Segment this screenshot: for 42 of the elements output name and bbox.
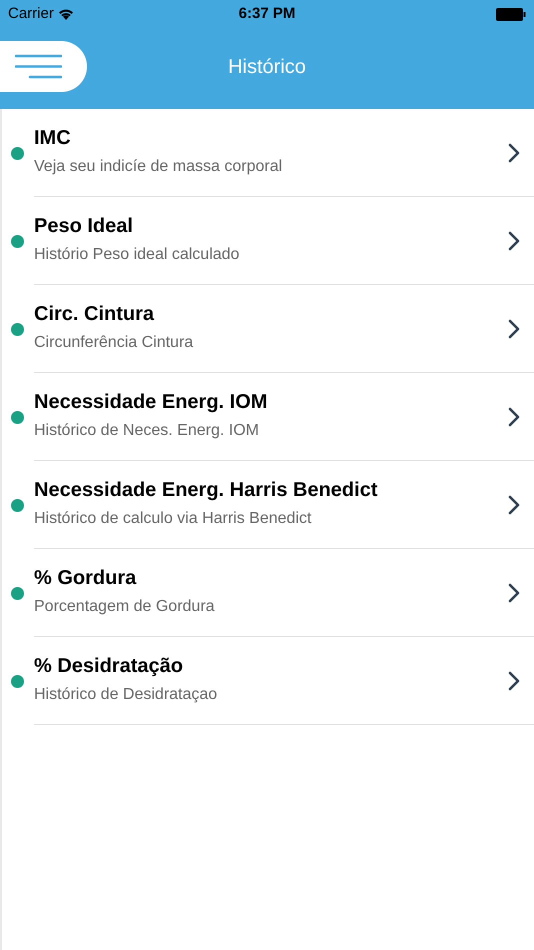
chevron-right-icon (508, 494, 520, 514)
dot-icon (11, 323, 24, 336)
item-title: % Desidratação (34, 654, 184, 679)
wifi-icon (58, 8, 74, 20)
chevron-right-icon (508, 406, 520, 426)
dot-icon (11, 235, 24, 248)
chevron-right-icon (508, 582, 520, 602)
chevron-right-icon (508, 230, 520, 250)
item-subtitle: Histório Peso ideal calculado (34, 245, 240, 265)
item-title: % Gordura (34, 566, 138, 591)
list-item[interactable]: Circ. Cintura Circunferência Cintura (2, 285, 534, 373)
item-subtitle: Veja seu indicíe de massa corporal (34, 157, 284, 177)
list-item[interactable]: Peso Ideal Histório Peso ideal calculado (2, 197, 534, 285)
dot-icon (11, 411, 24, 424)
chevron-right-icon (508, 670, 520, 690)
dot-icon (11, 147, 24, 160)
item-title: Circ. Cintura (34, 302, 156, 327)
screen-title: Histórico (228, 54, 306, 80)
list-item[interactable]: Necessidade Energ. IOM Histórico de Neces. Energ. IOM (2, 373, 534, 461)
item-title: Peso Ideal (34, 214, 134, 239)
item-subtitle: Porcentagem de Gordura (34, 597, 216, 617)
carrier-label: Carrier (8, 4, 54, 24)
list-item[interactable]: IMC Veja seu indicíe de massa corporal (2, 109, 534, 197)
list-item[interactable]: Necessidade Energ. Harris Benedict Histórico de calculo via Harris Benedict (2, 461, 534, 549)
item-subtitle: Histórico de Desidrataçao (34, 685, 218, 705)
list-item[interactable]: % Gordura Porcentagem de Gordura (2, 549, 534, 637)
battery-icon (496, 8, 526, 20)
item-subtitle: Circunferência Cintura (34, 333, 194, 353)
chevron-right-icon (508, 318, 520, 338)
item-title: Necessidade Energ. IOM (34, 390, 268, 415)
item-title: IMC (34, 126, 72, 151)
dot-icon (11, 499, 24, 512)
dot-icon (11, 587, 24, 600)
status-time: 6:37 PM (238, 4, 296, 24)
item-subtitle: Histórico de calculo via Harris Benedict (34, 509, 312, 529)
menu-button[interactable] (0, 41, 87, 92)
list-item[interactable]: % Desidratação Histórico de Desidrataçao (2, 637, 534, 725)
chevron-right-icon (508, 142, 520, 162)
item-subtitle: Histórico de Neces. Energ. IOM (34, 421, 260, 441)
menu-icon (15, 54, 62, 80)
dot-icon (11, 675, 24, 688)
item-title: Necessidade Energ. Harris Benedict (34, 478, 378, 503)
